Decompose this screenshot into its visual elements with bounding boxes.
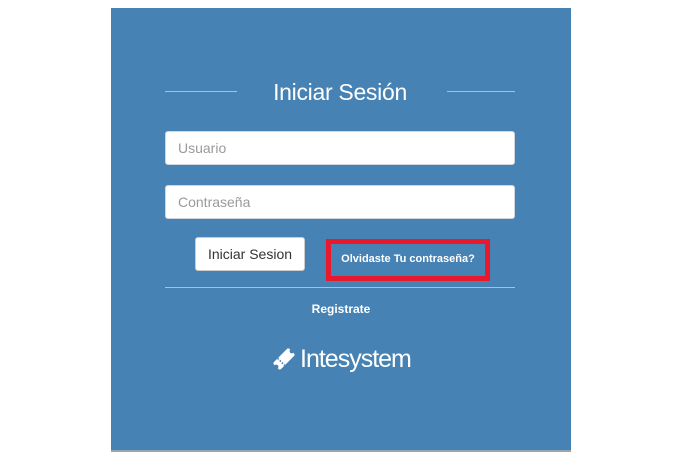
page-title: Iniciar Sesión (273, 79, 407, 105)
login-panel: Iniciar Sesión Iniciar Sesion Olvidaste … (111, 8, 571, 452)
login-button[interactable]: Iniciar Sesion (195, 237, 305, 271)
forgot-password-highlight: Olvidaste Tu contraseña? (326, 239, 490, 281)
forgot-password-link[interactable]: Olvidaste Tu contraseña? (331, 253, 485, 265)
title-row: Iniciar Sesión (165, 76, 515, 110)
ticket-icon (273, 348, 295, 370)
brand-logo: Intesystem (271, 344, 412, 374)
brand-name: Intesystem (300, 345, 412, 373)
title-divider-right (447, 91, 515, 92)
password-input[interactable] (165, 185, 515, 219)
divider (165, 287, 515, 288)
register-link[interactable]: Registrate (111, 302, 571, 316)
username-input[interactable] (165, 131, 515, 165)
